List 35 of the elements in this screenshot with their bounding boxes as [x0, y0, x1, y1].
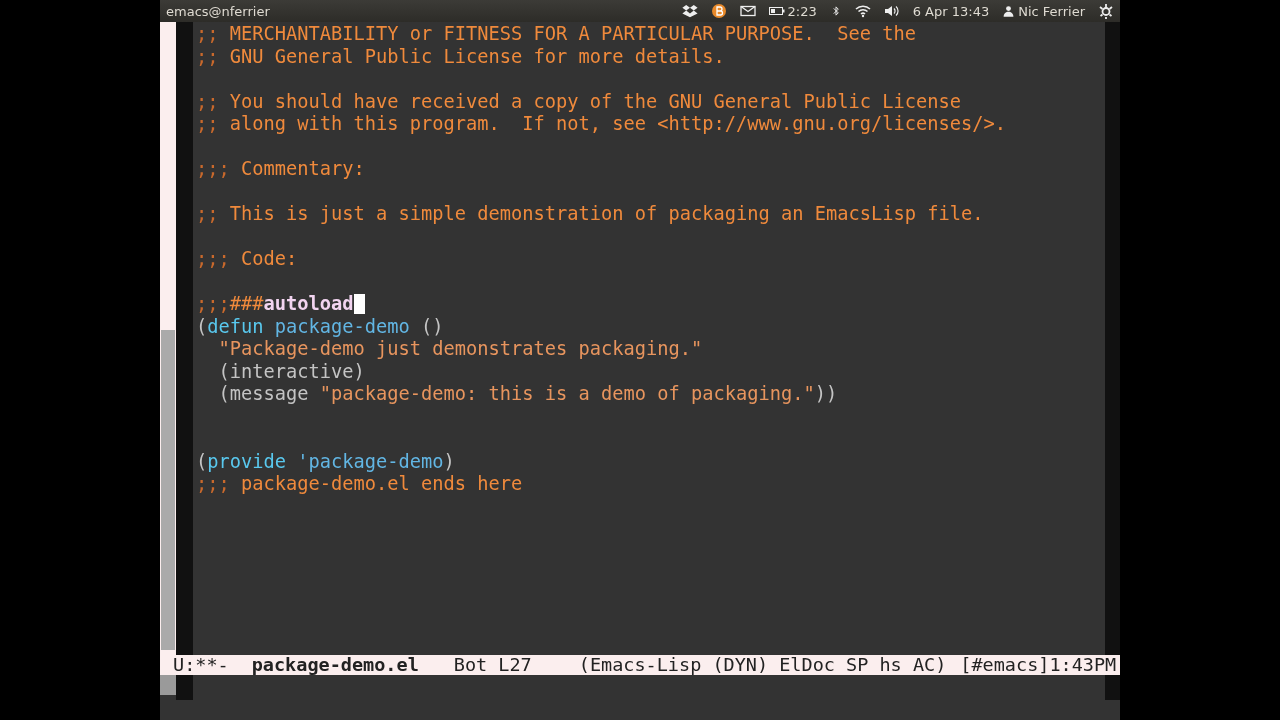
person-icon[interactable] [1002, 3, 1016, 19]
code-line: ;;; Commentary: [196, 158, 365, 181]
speaker-icon[interactable] [883, 3, 900, 19]
code-line: ;; along with this program. If not, see <http://www.gnu.org/licenses/>. [196, 113, 1007, 136]
box-icon[interactable] [681, 3, 698, 19]
user-name[interactable]: Nic Ferrier [1018, 3, 1085, 19]
code-line: ;;; Code: [196, 248, 298, 271]
text-cursor [353, 294, 365, 314]
code-line: ;; MERCHANTABILITY or FITNESS FOR A PARTICULAR PURPOSE. See the [196, 23, 917, 46]
code-line: (defun package-demo () [196, 315, 444, 338]
clock[interactable]: 6 Apr 13:43 [912, 3, 990, 19]
wifi-icon[interactable] [854, 3, 871, 19]
envelope-icon[interactable] [739, 3, 756, 19]
code-line: ;;;###autoload [196, 293, 365, 316]
code-line: (provide 'package-demo) [196, 450, 455, 473]
code-line: (interactive) [217, 360, 365, 383]
code-line: ;; This is just a simple demonstration of packaging an EmacsLisp file. [196, 203, 984, 226]
major-minor-modes: (Emacs-Lisp (DYN) ElDoc SP hs AC) [578, 655, 947, 675]
code-line: ;; You should have received a copy of the GNU General Public License [196, 90, 962, 113]
code-line: "Package-demo just demonstrates packaging." [217, 338, 703, 361]
buffer-name: package-demo.el [251, 655, 419, 675]
scroll-bar [160, 675, 176, 695]
battery-time: 2:23 [787, 3, 817, 19]
code-line: ;;; package-demo.el ends here [196, 473, 523, 496]
scroll-bar[interactable] [160, 22, 176, 655]
fringe [1105, 675, 1120, 700]
buffer-position: Bot L27 [453, 655, 532, 675]
window-title: emacs@nferrier [166, 3, 270, 19]
code-line: ;; GNU General Public License for more details. [196, 45, 725, 68]
coin-icon[interactable] [710, 3, 727, 19]
fringe [176, 675, 193, 700]
mode-line-extra: [#emacs]1:43PM [960, 655, 1117, 675]
buffer-status: U:**- [173, 655, 229, 675]
settings-icon[interactable] [1098, 3, 1114, 19]
code-line: (message "package-demo: this is a demo of packaging.")) [217, 383, 838, 406]
